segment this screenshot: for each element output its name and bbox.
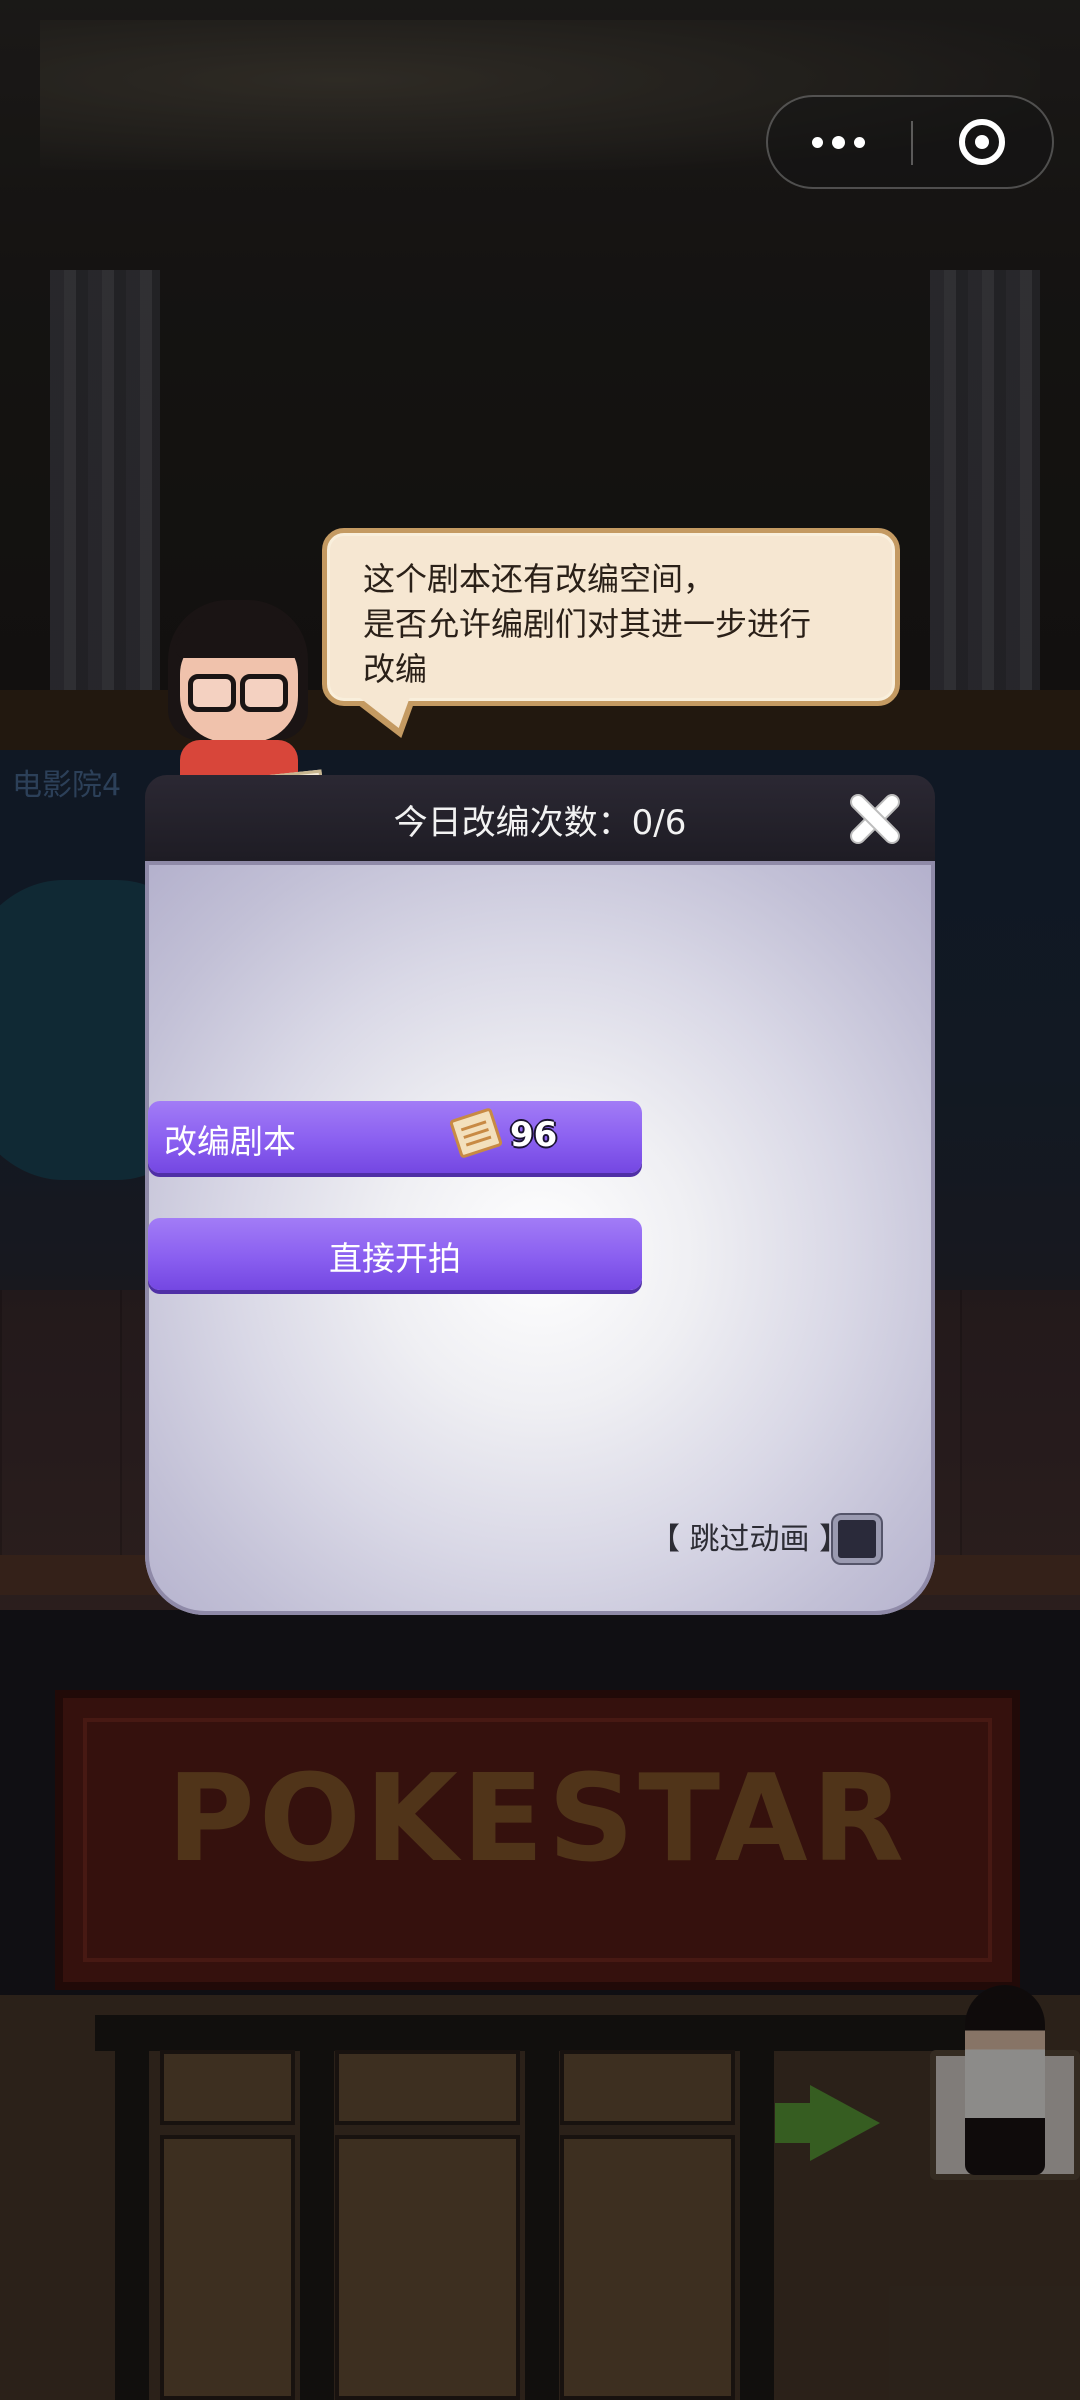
adapt-script-button[interactable]: 改编剧本	[148, 1101, 642, 1173]
more-dots-icon	[832, 136, 845, 149]
speech-line: 改编	[363, 650, 428, 688]
adapt-cost-value: 96	[510, 1115, 558, 1155]
start-shooting-button[interactable]: 直接开拍	[148, 1218, 642, 1290]
mini-program-capsule	[766, 95, 1054, 189]
start-shooting-label: 直接开拍	[329, 1239, 461, 1278]
exit-button[interactable]	[913, 97, 1052, 187]
script-paper-icon	[448, 1107, 504, 1159]
adapt-script-dialog: 今日改编次数：0/6	[145, 775, 935, 1615]
skip-animation-label: 【 跳过动画 】	[650, 1522, 850, 1557]
more-button[interactable]	[768, 97, 911, 187]
target-circle-dot	[975, 135, 989, 149]
speech-line: 这个剧本还有改编空间，	[363, 560, 716, 598]
more-dots-icon	[854, 137, 865, 148]
more-dots-icon	[812, 137, 823, 148]
glasses-icon	[240, 674, 288, 712]
glasses-icon	[188, 674, 236, 712]
close-icon[interactable]	[845, 789, 905, 849]
speech-bubble: 这个剧本还有改编空间， 是否允许编剧们对其进一步进行 改编	[322, 528, 900, 706]
speech-text: 这个剧本还有改编空间， 是否允许编剧们对其进一步进行 改编	[363, 557, 871, 692]
dialog-title: 今日改编次数：0/6	[393, 803, 687, 843]
dialog-header: 今日改编次数：0/6	[145, 775, 935, 861]
skip-animation-checkbox[interactable]	[833, 1515, 881, 1563]
speech-line: 是否允许编剧们对其进一步进行	[363, 605, 812, 643]
avatar-fringe	[176, 618, 302, 658]
adapt-script-label: 改编剧本	[164, 1122, 296, 1161]
